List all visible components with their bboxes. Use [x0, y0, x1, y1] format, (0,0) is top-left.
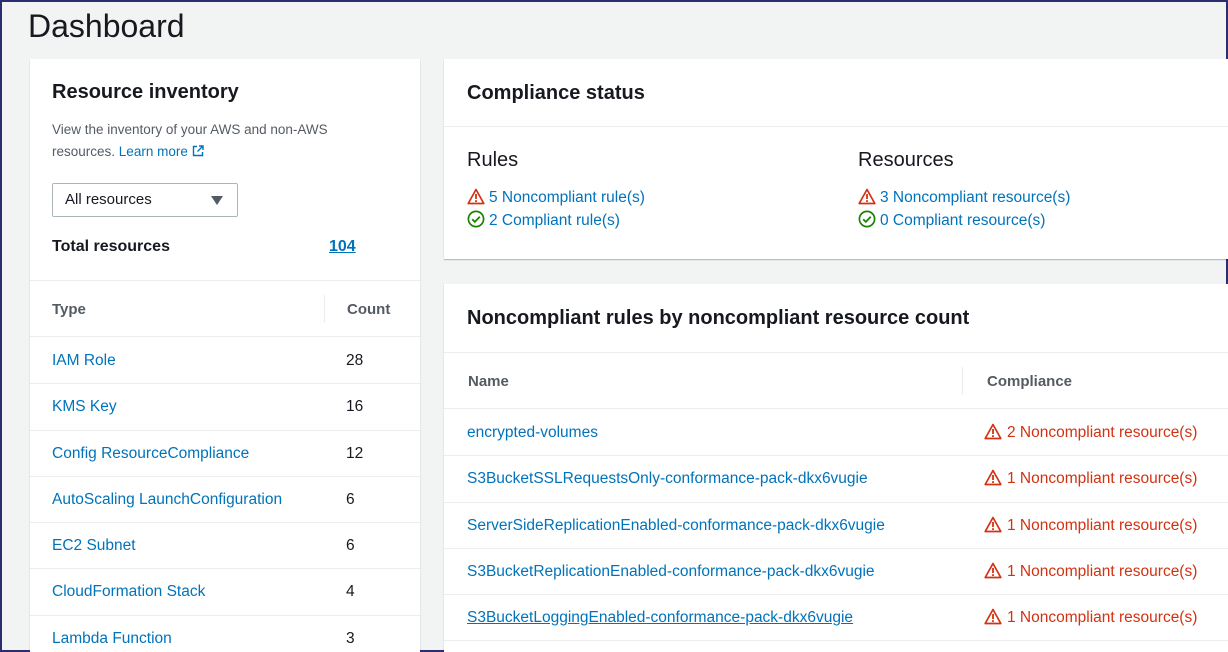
noncompliant-resources-item: 3 Noncompliant resource(s)	[858, 186, 1070, 209]
page-title: Dashboard	[28, 8, 185, 44]
column-header-count: Count	[347, 301, 391, 318]
rule-compliance-text: 1 Noncompliant resource(s)	[1007, 562, 1198, 580]
table-row: S3BucketSSLRequestsOnly-conformance-pack…	[444, 456, 1228, 503]
table-row: KMS Key 16	[30, 384, 420, 431]
resource-inventory-panel: Resource inventory View the inventory of…	[30, 59, 420, 652]
table-row: S3BucketReplicationEnabled-conformance-p…	[444, 549, 1228, 596]
table-row: encrypted-volumes 2 Noncompliant resourc…	[444, 410, 1228, 457]
rule-name-link[interactable]: ServerSideReplicationEnabled-conformance…	[467, 517, 885, 535]
total-resources-value[interactable]: 104	[329, 238, 356, 256]
warning-icon	[984, 469, 1002, 486]
rule-name-link[interactable]: S3BucketReplicationEnabled-conformance-p…	[467, 563, 875, 581]
resource-type-link[interactable]: KMS Key	[52, 398, 117, 416]
rule-compliance: 1 Noncompliant resource(s)	[984, 562, 1197, 581]
check-circle-icon	[467, 210, 485, 228]
table-row: EC2 Subnet 6	[30, 523, 420, 570]
resource-count: 3	[346, 629, 355, 647]
resource-filter-value: All resources	[65, 191, 152, 208]
table-row: IAM Role 28	[30, 338, 420, 385]
resource-type-link[interactable]: Config ResourceCompliance	[52, 445, 249, 463]
rule-name-link[interactable]: S3BucketSSLRequestsOnly-conformance-pack…	[467, 470, 868, 488]
table-row: Lambda Function 3	[30, 616, 420, 652]
resource-inventory-description: View the inventory of your AWS and non-A…	[52, 119, 382, 163]
learn-more-link[interactable]: Learn more	[119, 144, 204, 159]
resource-inventory-title: Resource inventory	[52, 81, 239, 103]
rule-compliance: 1 Noncompliant resource(s)	[984, 608, 1197, 627]
resource-count: 28	[346, 352, 364, 369]
rules-table-header: Name Compliance	[444, 353, 1228, 409]
column-divider	[324, 295, 325, 323]
compliance-status-title: Compliance status	[467, 82, 645, 104]
check-circle-icon	[858, 210, 876, 228]
learn-more-label: Learn more	[118, 144, 188, 159]
warning-icon	[984, 562, 1002, 579]
noncompliant-rules-item: 5 Noncompliant rule(s)	[467, 186, 645, 209]
compliant-rules-item: 2 Compliant rule(s)	[467, 209, 645, 232]
resource-count: 16	[346, 398, 364, 416]
resource-count: 4	[346, 583, 355, 601]
table-row: AutoScaling LaunchConfiguration 6	[30, 477, 420, 524]
rule-compliance-text: 1 Noncompliant resource(s)	[1007, 470, 1198, 488]
resource-type-link[interactable]: AutoScaling LaunchConfiguration	[52, 491, 282, 509]
table-row: S3BucketLoggingEnabled-conformance-pack-…	[444, 595, 1228, 642]
rule-compliance-text: 1 Noncompliant resource(s)	[1007, 516, 1198, 534]
rules-summary: Rules 5 Noncompliant rule(s) 2 Compliant…	[467, 149, 645, 232]
resource-type-link[interactable]: IAM Role	[52, 352, 116, 370]
rule-compliance: 1 Noncompliant resource(s)	[984, 516, 1197, 535]
noncompliant-resources-link[interactable]: 3 Noncompliant resource(s)	[880, 189, 1070, 206]
warning-icon	[984, 423, 1002, 440]
rule-name-link[interactable]: encrypted-volumes	[467, 424, 598, 442]
noncompliant-rules-panel: Noncompliant rules by noncompliant resou…	[444, 284, 1228, 652]
column-header-name: Name	[468, 373, 509, 390]
rule-compliance-text: 2 Noncompliant resource(s)	[1007, 424, 1198, 441]
resource-type-link[interactable]: EC2 Subnet	[52, 537, 136, 555]
resources-summary: Resources 3 Noncompliant resource(s) 0 C…	[858, 149, 1070, 232]
column-divider	[962, 367, 963, 395]
compliant-resources-item: 0 Compliant resource(s)	[858, 209, 1070, 232]
compliance-status-panel: Compliance status Rules 5 Noncompliant r…	[444, 59, 1228, 259]
table-row: CloudFormation Stack 4	[30, 569, 420, 616]
noncompliant-rules-title: Noncompliant rules by noncompliant resou…	[467, 307, 970, 329]
resources-heading: Resources	[858, 149, 954, 171]
external-link-icon	[192, 145, 204, 157]
inventory-table-header: Type Count	[30, 281, 420, 337]
resource-count: 6	[346, 537, 355, 555]
table-row: ServerSideReplicationEnabled-conformance…	[444, 503, 1228, 549]
rule-compliance: 2 Noncompliant resource(s)	[984, 423, 1197, 442]
noncompliant-rules-link[interactable]: 5 Noncompliant rule(s)	[489, 189, 645, 206]
compliant-rules-link[interactable]: 2 Compliant rule(s)	[489, 212, 620, 229]
resource-filter-select[interactable]: All resources	[52, 183, 238, 217]
total-resources-label: Total resources	[52, 238, 170, 255]
rule-compliance-text: 1 Noncompliant resource(s)	[1007, 609, 1198, 627]
warning-icon	[984, 608, 1002, 625]
warning-icon	[858, 188, 876, 205]
rules-heading: Rules	[467, 149, 519, 171]
rule-compliance: 1 Noncompliant resource(s)	[984, 469, 1197, 488]
rule-name-link[interactable]: S3BucketLoggingEnabled-conformance-pack-…	[467, 609, 853, 627]
column-header-type: Type	[52, 301, 86, 318]
warning-icon	[984, 516, 1002, 532]
inventory-table-body: IAM Role 28 KMS Key 16 Config ResourceCo…	[30, 338, 420, 652]
divider	[444, 126, 1228, 127]
warning-icon	[467, 188, 485, 205]
compliant-resources-link[interactable]: 0 Compliant resource(s)	[880, 212, 1045, 229]
table-row: Config ResourceCompliance 12	[30, 431, 420, 477]
caret-down-icon	[211, 196, 223, 205]
resource-type-link[interactable]: CloudFormation Stack	[52, 583, 205, 601]
resource-count: 12	[346, 444, 364, 462]
resource-type-link[interactable]: Lambda Function	[52, 630, 172, 648]
rules-table-body: encrypted-volumes 2 Noncompliant resourc…	[444, 410, 1228, 642]
column-header-compliance: Compliance	[987, 373, 1073, 390]
resource-count: 6	[346, 490, 355, 508]
